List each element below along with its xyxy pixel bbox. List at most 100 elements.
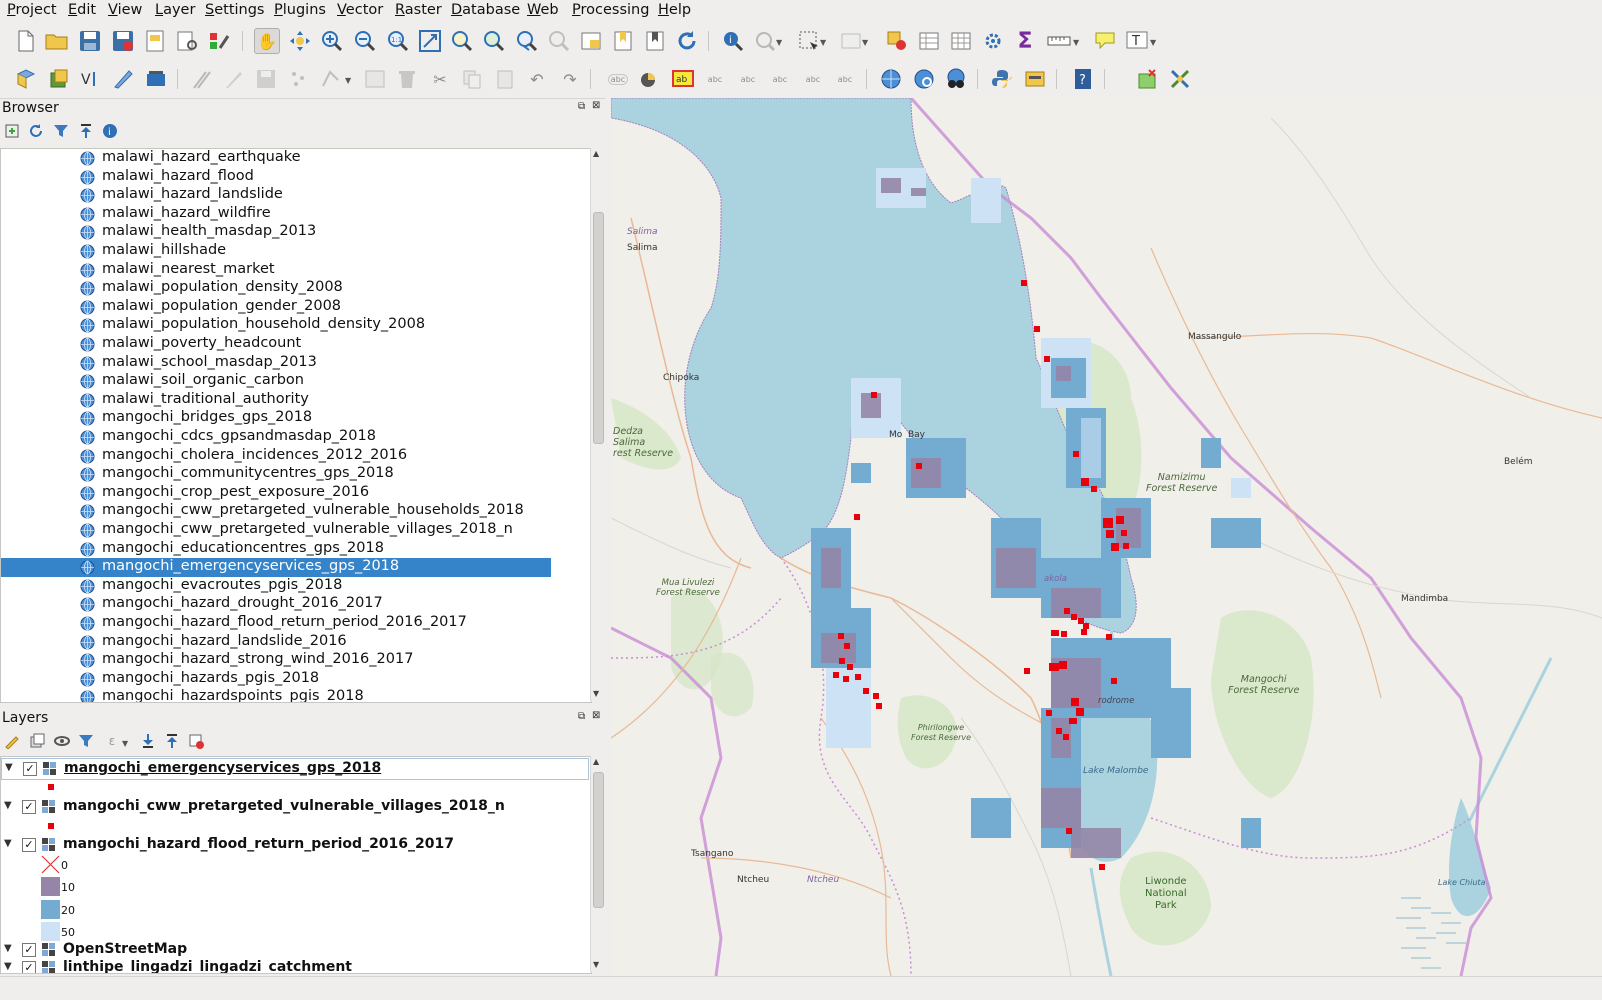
zoom-native-icon[interactable]: 1:1 bbox=[385, 28, 411, 54]
browser-tree[interactable]: malawi_hazard_earthquake malawi_hazard_fl… bbox=[0, 148, 592, 703]
filter-legend-icon[interactable] bbox=[76, 731, 96, 751]
expand-toggle-icon[interactable]: ▼ bbox=[4, 943, 12, 954]
new-map-view-icon[interactable] bbox=[578, 28, 604, 54]
menu-web[interactable]: Web bbox=[527, 2, 559, 18]
browser-item[interactable]: mangochi_hazards_pgis_2018 bbox=[1, 670, 591, 689]
browser-item[interactable]: malawi_poverty_headcount bbox=[1, 335, 591, 354]
browser-item[interactable]: malawi_hazard_landslide bbox=[1, 186, 591, 205]
layer-diagram-options-icon[interactable] bbox=[637, 66, 663, 92]
style-manager-icon[interactable] bbox=[206, 28, 232, 54]
map-canvas[interactable]: Salima Salima Chipoka Dedza Salima rest … bbox=[611, 98, 1602, 976]
paste-features-icon[interactable] bbox=[492, 66, 518, 92]
pan-to-selection-icon[interactable] bbox=[287, 28, 313, 54]
expand-toggle-icon[interactable]: ▼ bbox=[4, 838, 12, 849]
attribute-table-icon[interactable] bbox=[916, 28, 942, 54]
delete-selected-icon[interactable] bbox=[394, 66, 420, 92]
zoom-next-icon[interactable] bbox=[546, 28, 572, 54]
layer-visibility-checkbox[interactable]: ✓ bbox=[23, 762, 37, 776]
copy-features-icon[interactable] bbox=[459, 66, 485, 92]
layer-flood-return-period[interactable]: ▼ ✓ mangochi_hazard_flood_return_period_… bbox=[1, 835, 591, 855]
text-annotation-icon[interactable]: T bbox=[1124, 28, 1150, 54]
save-edits-icon[interactable] bbox=[253, 66, 279, 92]
browser-item[interactable]: mangochi_hazardspoints_pgis_2018 bbox=[1, 688, 591, 702]
close-layers-panel-icon[interactable]: ⊠ bbox=[592, 710, 600, 721]
change-label-icon[interactable]: abc bbox=[832, 66, 858, 92]
add-raster-layer-icon[interactable] bbox=[46, 66, 72, 92]
menu-vector[interactable]: Vector bbox=[337, 2, 383, 18]
expand-toggle-icon[interactable]: ▼ bbox=[5, 762, 13, 773]
browser-item[interactable]: malawi_school_masdap_2013 bbox=[1, 354, 591, 373]
layer-visibility-checkbox[interactable]: ✓ bbox=[22, 838, 36, 852]
browser-item[interactable]: malawi_population_density_2008 bbox=[1, 279, 591, 298]
menu-processing[interactable]: Processing bbox=[572, 2, 649, 18]
remove-layer-icon[interactable] bbox=[186, 731, 206, 751]
float-panel-icon[interactable]: ⧉ bbox=[578, 101, 585, 112]
zoom-in-icon[interactable] bbox=[319, 28, 345, 54]
measure-line-icon[interactable] bbox=[1046, 28, 1072, 54]
layer-visibility-checkbox[interactable]: ✓ bbox=[22, 800, 36, 814]
rotate-label-icon[interactable]: abc bbox=[800, 66, 826, 92]
new-bookmark-icon[interactable] bbox=[610, 28, 636, 54]
new-print-layout-icon[interactable] bbox=[142, 28, 168, 54]
style-panel-icon[interactable] bbox=[2, 731, 22, 751]
menu-layer[interactable]: Layer bbox=[155, 2, 195, 18]
processing-toolbox-icon[interactable] bbox=[980, 28, 1006, 54]
zoom-to-selection-icon[interactable] bbox=[449, 28, 475, 54]
browser-item[interactable]: mangochi_communitycentres_gps_2018 bbox=[1, 465, 591, 484]
cut-features-icon[interactable]: ✂ bbox=[427, 66, 453, 92]
layer-linthipe-catchment[interactable]: ▼ ✓ linthipe_lingadzi_lingadzi_catchment bbox=[1, 958, 591, 973]
help-icon[interactable]: ? bbox=[1070, 66, 1096, 92]
zoom-out-icon[interactable] bbox=[352, 28, 378, 54]
field-calculator-icon[interactable] bbox=[948, 28, 974, 54]
properties-info-icon[interactable]: i bbox=[100, 121, 120, 141]
refresh-browser-icon[interactable] bbox=[26, 121, 46, 141]
select-by-value-icon[interactable] bbox=[838, 28, 864, 54]
browser-item[interactable]: mangochi_hazard_landslide_2016 bbox=[1, 633, 591, 652]
add-spatialite-icon[interactable] bbox=[110, 66, 136, 92]
menu-raster[interactable]: Raster bbox=[395, 2, 442, 18]
browser-item[interactable]: malawi_population_gender_2008 bbox=[1, 298, 591, 317]
highlight-pinned-labels-icon[interactable]: ab bbox=[670, 66, 696, 92]
browser-item[interactable]: malawi_soil_organic_carbon bbox=[1, 372, 591, 391]
new-project-icon[interactable] bbox=[13, 28, 39, 54]
undo-icon[interactable]: ↶ bbox=[524, 66, 550, 92]
expand-toggle-icon[interactable]: ▼ bbox=[4, 800, 12, 811]
browser-item[interactable]: malawi_traditional_authority bbox=[1, 391, 591, 410]
label-options-icon[interactable]: abc bbox=[605, 66, 631, 92]
globe-binoculars-icon[interactable] bbox=[943, 66, 969, 92]
layer-visibility-checkbox[interactable]: ✓ bbox=[22, 943, 36, 957]
metasearch-icon[interactable] bbox=[878, 66, 904, 92]
menu-edit[interactable]: Edit bbox=[68, 2, 96, 18]
identify-features-icon[interactable]: i bbox=[720, 28, 746, 54]
browser-item[interactable]: mangochi_hazard_flood_return_period_2016… bbox=[1, 614, 591, 633]
zoom-last-icon[interactable] bbox=[514, 28, 540, 54]
pan-map-icon[interactable]: ✋ bbox=[254, 28, 280, 54]
zoom-full-icon[interactable] bbox=[417, 28, 443, 54]
save-project-icon[interactable] bbox=[77, 28, 103, 54]
menu-database[interactable]: Database bbox=[451, 2, 520, 18]
layer-emergencyservices[interactable]: ▼ ✓ mangochi_emergencyservices_gps_2018 bbox=[1, 758, 589, 780]
modify-attributes-icon[interactable] bbox=[362, 66, 388, 92]
collapse-layers-icon[interactable] bbox=[162, 731, 182, 751]
python-console-icon[interactable] bbox=[989, 66, 1015, 92]
zoom-to-layer-icon[interactable] bbox=[481, 28, 507, 54]
toggle-editing-icon[interactable] bbox=[220, 66, 246, 92]
browser-item[interactable]: malawi_hazard_flood bbox=[1, 168, 591, 187]
redo-icon[interactable]: ↷ bbox=[557, 66, 583, 92]
new-geopackage-icon[interactable] bbox=[143, 66, 169, 92]
refresh-icon[interactable] bbox=[674, 28, 700, 54]
browser-item[interactable]: mangochi_cww_pretargeted_vulnerable_hous… bbox=[1, 502, 591, 521]
deselect-all-icon[interactable] bbox=[884, 28, 910, 54]
browser-item[interactable]: mangochi_hazard_strong_wind_2016_2017 bbox=[1, 651, 591, 670]
filter-expression-icon[interactable]: ε bbox=[102, 731, 122, 751]
map-tips-icon[interactable] bbox=[1092, 28, 1118, 54]
browser-item[interactable]: malawi_hazard_earthquake bbox=[1, 149, 591, 168]
browser-item[interactable]: mangochi_cww_pretargeted_vulnerable_vill… bbox=[1, 521, 591, 540]
menu-view[interactable]: View bbox=[108, 2, 142, 18]
browser-item[interactable]: mangochi_bridges_gps_2018 bbox=[1, 409, 591, 428]
select-features-icon[interactable] bbox=[796, 28, 822, 54]
menu-settings[interactable]: Settings bbox=[205, 2, 265, 18]
browser-item[interactable]: mangochi_educationcentres_gps_2018 bbox=[1, 540, 591, 559]
add-point-icon[interactable] bbox=[286, 66, 312, 92]
browser-item[interactable]: mangochi_cholera_incidences_2012_2016 bbox=[1, 447, 591, 466]
